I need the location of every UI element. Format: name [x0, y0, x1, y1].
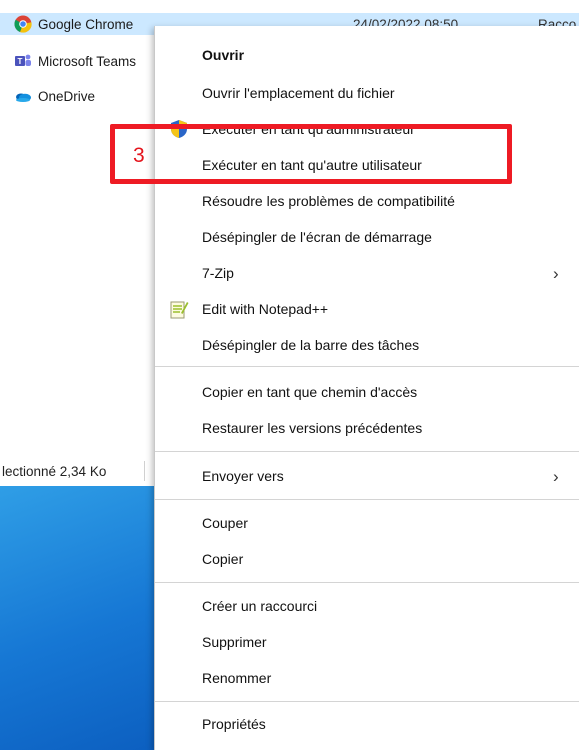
menu-item-label: Restaurer les versions précédentes	[202, 420, 423, 436]
status-bar-selection: lectionné 2,34 Ko	[2, 463, 107, 479]
file-name: Google Chrome	[38, 16, 134, 32]
menu-item-properties[interactable]: Propriétés	[155, 707, 579, 741]
menu-item-rename[interactable]: Renommer	[155, 661, 579, 695]
menu-item-cut[interactable]: Couper	[155, 506, 579, 540]
menu-divider	[155, 451, 579, 452]
chevron-right-icon: ›	[553, 264, 559, 283]
menu-item-troubleshoot-compatibility[interactable]: Résoudre les problèmes de compatibilité	[155, 184, 579, 218]
menu-item-7zip[interactable]: 7-Zip ›	[155, 256, 579, 290]
annotation-step-number: 3	[133, 144, 145, 167]
desktop-wallpaper	[0, 486, 160, 750]
menu-item-label: Désépingler de l'écran de démarrage	[202, 229, 432, 245]
menu-item-label: Ouvrir	[202, 47, 245, 63]
menu-item-edit-with-notepadpp[interactable]: Edit with Notepad++	[155, 292, 579, 326]
file-row-onedrive[interactable]: OneDrive	[0, 85, 95, 107]
menu-item-label: Copier en tant que chemin d'accès	[202, 384, 418, 400]
file-name: Microsoft Teams	[38, 53, 137, 69]
annotation-highlight-box	[110, 124, 512, 184]
menu-divider	[155, 701, 579, 702]
file-name: OneDrive	[38, 88, 96, 104]
menu-item-open-file-location[interactable]: Ouvrir l'emplacement du fichier	[155, 76, 579, 110]
menu-item-restore-previous-versions[interactable]: Restaurer les versions précédentes	[155, 411, 579, 445]
menu-item-label: Ouvrir l'emplacement du fichier	[202, 85, 395, 101]
menu-item-label: 7-Zip	[202, 265, 234, 281]
menu-item-label: Désépingler de la barre des tâches	[202, 337, 420, 353]
menu-item-create-shortcut[interactable]: Créer un raccourci	[155, 589, 579, 623]
menu-item-label: Créer un raccourci	[202, 598, 318, 614]
menu-item-delete[interactable]: Supprimer	[155, 625, 579, 659]
menu-item-copy-as-path[interactable]: Copier en tant que chemin d'accès	[155, 375, 579, 409]
menu-item-label: Couper	[202, 515, 248, 531]
menu-item-label: Résoudre les problèmes de compatibilité	[202, 193, 455, 209]
status-divider	[144, 461, 145, 481]
teams-icon: T	[14, 52, 32, 70]
menu-item-copy[interactable]: Copier	[155, 542, 579, 576]
menu-item-label: Renommer	[202, 670, 272, 686]
onedrive-icon	[14, 87, 32, 105]
menu-item-unpin-from-taskbar[interactable]: Désépingler de la barre des tâches	[155, 328, 579, 362]
menu-item-label: Envoyer vers	[202, 468, 284, 484]
menu-item-unpin-from-start[interactable]: Désépingler de l'écran de démarrage	[155, 220, 579, 254]
chevron-right-icon: ›	[553, 467, 559, 486]
menu-divider	[155, 499, 579, 500]
svg-text:T: T	[18, 57, 23, 66]
menu-divider	[155, 582, 579, 583]
menu-item-label: Propriétés	[202, 716, 266, 732]
file-row-microsoft-teams[interactable]: T Microsoft Teams	[0, 50, 136, 72]
menu-item-send-to[interactable]: Envoyer vers ›	[155, 459, 579, 493]
menu-item-label: Copier	[202, 551, 244, 567]
menu-item-label: Edit with Notepad++	[202, 301, 329, 317]
menu-item-open[interactable]: Ouvrir	[155, 38, 579, 72]
menu-item-label: Supprimer	[202, 634, 267, 650]
chrome-icon	[14, 15, 32, 33]
menu-divider	[155, 366, 579, 367]
notepadpp-icon	[169, 299, 189, 319]
